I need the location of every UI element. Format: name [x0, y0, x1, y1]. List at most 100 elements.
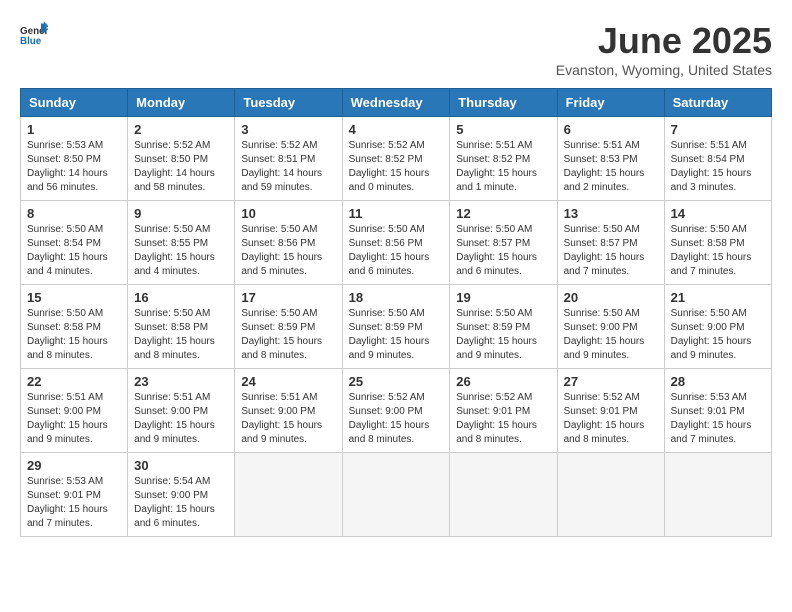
day-number: 5	[456, 122, 550, 137]
calendar-day-cell: 5 Sunrise: 5:51 AMSunset: 8:52 PMDayligh…	[450, 117, 557, 201]
calendar-day-cell	[235, 453, 342, 537]
month-title: June 2025	[556, 20, 772, 62]
day-number: 7	[671, 122, 765, 137]
day-number: 21	[671, 290, 765, 305]
calendar-week-row: 22 Sunrise: 5:51 AMSunset: 9:00 PMDaylig…	[21, 369, 772, 453]
day-number: 19	[456, 290, 550, 305]
day-info: Sunrise: 5:50 AMSunset: 8:59 PMDaylight:…	[241, 307, 335, 363]
calendar-day-cell: 29 Sunrise: 5:53 AMSunset: 9:01 PMDaylig…	[21, 453, 128, 537]
weekday-header: Saturday	[664, 89, 771, 117]
calendar-body: 1 Sunrise: 5:53 AMSunset: 8:50 PMDayligh…	[21, 117, 772, 537]
day-info: Sunrise: 5:52 AMSunset: 8:50 PMDaylight:…	[134, 139, 228, 195]
day-info: Sunrise: 5:51 AMSunset: 9:00 PMDaylight:…	[27, 391, 121, 447]
day-number: 1	[27, 122, 121, 137]
calendar-day-cell	[557, 453, 664, 537]
day-info: Sunrise: 5:52 AMSunset: 8:52 PMDaylight:…	[349, 139, 444, 195]
calendar-day-cell: 26 Sunrise: 5:52 AMSunset: 9:01 PMDaylig…	[450, 369, 557, 453]
day-number: 16	[134, 290, 228, 305]
day-info: Sunrise: 5:50 AMSunset: 8:56 PMDaylight:…	[241, 223, 335, 279]
calendar-day-cell: 20 Sunrise: 5:50 AMSunset: 9:00 PMDaylig…	[557, 285, 664, 369]
logo: General Blue	[20, 20, 48, 48]
day-number: 10	[241, 206, 335, 221]
day-info: Sunrise: 5:50 AMSunset: 8:58 PMDaylight:…	[27, 307, 121, 363]
calendar-day-cell: 11 Sunrise: 5:50 AMSunset: 8:56 PMDaylig…	[342, 201, 450, 285]
day-info: Sunrise: 5:51 AMSunset: 9:00 PMDaylight:…	[134, 391, 228, 447]
calendar-day-cell: 22 Sunrise: 5:51 AMSunset: 9:00 PMDaylig…	[21, 369, 128, 453]
day-info: Sunrise: 5:50 AMSunset: 8:54 PMDaylight:…	[27, 223, 121, 279]
calendar-day-cell: 25 Sunrise: 5:52 AMSunset: 9:00 PMDaylig…	[342, 369, 450, 453]
day-number: 24	[241, 374, 335, 389]
day-info: Sunrise: 5:50 AMSunset: 8:59 PMDaylight:…	[456, 307, 550, 363]
calendar-header-row: SundayMondayTuesdayWednesdayThursdayFrid…	[21, 89, 772, 117]
day-number: 12	[456, 206, 550, 221]
day-number: 18	[349, 290, 444, 305]
calendar-week-row: 1 Sunrise: 5:53 AMSunset: 8:50 PMDayligh…	[21, 117, 772, 201]
day-info: Sunrise: 5:52 AMSunset: 9:01 PMDaylight:…	[456, 391, 550, 447]
calendar-table: SundayMondayTuesdayWednesdayThursdayFrid…	[20, 88, 772, 537]
day-number: 2	[134, 122, 228, 137]
calendar-day-cell: 21 Sunrise: 5:50 AMSunset: 9:00 PMDaylig…	[664, 285, 771, 369]
day-number: 3	[241, 122, 335, 137]
calendar-day-cell: 4 Sunrise: 5:52 AMSunset: 8:52 PMDayligh…	[342, 117, 450, 201]
calendar-day-cell: 7 Sunrise: 5:51 AMSunset: 8:54 PMDayligh…	[664, 117, 771, 201]
day-number: 29	[27, 458, 121, 473]
calendar-day-cell: 13 Sunrise: 5:50 AMSunset: 8:57 PMDaylig…	[557, 201, 664, 285]
day-info: Sunrise: 5:50 AMSunset: 8:57 PMDaylight:…	[456, 223, 550, 279]
day-info: Sunrise: 5:51 AMSunset: 8:54 PMDaylight:…	[671, 139, 765, 195]
svg-text:Blue: Blue	[20, 36, 42, 47]
day-info: Sunrise: 5:50 AMSunset: 8:56 PMDaylight:…	[349, 223, 444, 279]
weekday-header: Wednesday	[342, 89, 450, 117]
day-number: 30	[134, 458, 228, 473]
day-number: 28	[671, 374, 765, 389]
day-info: Sunrise: 5:52 AMSunset: 8:51 PMDaylight:…	[241, 139, 335, 195]
calendar-day-cell: 27 Sunrise: 5:52 AMSunset: 9:01 PMDaylig…	[557, 369, 664, 453]
day-number: 20	[564, 290, 658, 305]
calendar-week-row: 8 Sunrise: 5:50 AMSunset: 8:54 PMDayligh…	[21, 201, 772, 285]
calendar-day-cell	[450, 453, 557, 537]
day-info: Sunrise: 5:51 AMSunset: 8:53 PMDaylight:…	[564, 139, 658, 195]
day-info: Sunrise: 5:51 AMSunset: 8:52 PMDaylight:…	[456, 139, 550, 195]
calendar-day-cell: 23 Sunrise: 5:51 AMSunset: 9:00 PMDaylig…	[128, 369, 235, 453]
day-number: 23	[134, 374, 228, 389]
title-block: June 2025 Evanston, Wyoming, United Stat…	[556, 20, 772, 78]
weekday-header: Friday	[557, 89, 664, 117]
calendar-day-cell	[342, 453, 450, 537]
weekday-header: Thursday	[450, 89, 557, 117]
day-info: Sunrise: 5:50 AMSunset: 8:55 PMDaylight:…	[134, 223, 228, 279]
calendar-week-row: 29 Sunrise: 5:53 AMSunset: 9:01 PMDaylig…	[21, 453, 772, 537]
weekday-header: Sunday	[21, 89, 128, 117]
calendar-day-cell: 14 Sunrise: 5:50 AMSunset: 8:58 PMDaylig…	[664, 201, 771, 285]
day-number: 9	[134, 206, 228, 221]
calendar-day-cell: 18 Sunrise: 5:50 AMSunset: 8:59 PMDaylig…	[342, 285, 450, 369]
calendar-day-cell: 10 Sunrise: 5:50 AMSunset: 8:56 PMDaylig…	[235, 201, 342, 285]
day-info: Sunrise: 5:50 AMSunset: 8:58 PMDaylight:…	[134, 307, 228, 363]
calendar-day-cell: 6 Sunrise: 5:51 AMSunset: 8:53 PMDayligh…	[557, 117, 664, 201]
calendar-day-cell: 12 Sunrise: 5:50 AMSunset: 8:57 PMDaylig…	[450, 201, 557, 285]
day-info: Sunrise: 5:52 AMSunset: 9:00 PMDaylight:…	[349, 391, 444, 447]
day-number: 13	[564, 206, 658, 221]
day-number: 6	[564, 122, 658, 137]
calendar-day-cell	[664, 453, 771, 537]
calendar-week-row: 15 Sunrise: 5:50 AMSunset: 8:58 PMDaylig…	[21, 285, 772, 369]
weekday-header: Monday	[128, 89, 235, 117]
calendar-day-cell: 1 Sunrise: 5:53 AMSunset: 8:50 PMDayligh…	[21, 117, 128, 201]
day-info: Sunrise: 5:50 AMSunset: 8:59 PMDaylight:…	[349, 307, 444, 363]
day-number: 22	[27, 374, 121, 389]
calendar-day-cell: 16 Sunrise: 5:50 AMSunset: 8:58 PMDaylig…	[128, 285, 235, 369]
calendar-day-cell: 28 Sunrise: 5:53 AMSunset: 9:01 PMDaylig…	[664, 369, 771, 453]
day-number: 26	[456, 374, 550, 389]
calendar-day-cell: 15 Sunrise: 5:50 AMSunset: 8:58 PMDaylig…	[21, 285, 128, 369]
calendar-day-cell: 9 Sunrise: 5:50 AMSunset: 8:55 PMDayligh…	[128, 201, 235, 285]
day-number: 25	[349, 374, 444, 389]
day-number: 11	[349, 206, 444, 221]
day-number: 17	[241, 290, 335, 305]
calendar-day-cell: 8 Sunrise: 5:50 AMSunset: 8:54 PMDayligh…	[21, 201, 128, 285]
calendar-day-cell: 19 Sunrise: 5:50 AMSunset: 8:59 PMDaylig…	[450, 285, 557, 369]
day-info: Sunrise: 5:50 AMSunset: 9:00 PMDaylight:…	[564, 307, 658, 363]
day-info: Sunrise: 5:53 AMSunset: 9:01 PMDaylight:…	[27, 475, 121, 531]
day-info: Sunrise: 5:50 AMSunset: 9:00 PMDaylight:…	[671, 307, 765, 363]
day-number: 8	[27, 206, 121, 221]
day-info: Sunrise: 5:52 AMSunset: 9:01 PMDaylight:…	[564, 391, 658, 447]
day-info: Sunrise: 5:53 AMSunset: 9:01 PMDaylight:…	[671, 391, 765, 447]
day-info: Sunrise: 5:51 AMSunset: 9:00 PMDaylight:…	[241, 391, 335, 447]
